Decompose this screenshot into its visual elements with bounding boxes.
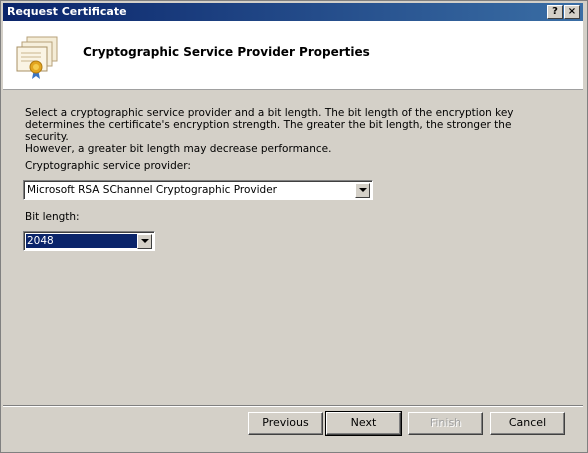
finish-button: Finish xyxy=(408,412,483,435)
request-certificate-window: Request Certificate ? × Cryptographic Se… xyxy=(0,0,588,453)
bit-length-dropdown[interactable]: 2048 xyxy=(23,231,155,251)
cancel-button[interactable]: Cancel xyxy=(490,412,565,435)
window-title: Request Certificate xyxy=(7,5,127,18)
bit-length-label: Bit length: xyxy=(25,211,80,223)
intro-line: determines the certificate's encryption … xyxy=(25,119,512,143)
certificate-icon xyxy=(16,36,58,79)
csp-dropdown[interactable]: Microsoft RSA SChannel Cryptographic Pro… xyxy=(23,180,373,200)
close-button[interactable]: × xyxy=(564,5,580,19)
help-button[interactable]: ? xyxy=(547,5,563,19)
chevron-down-icon[interactable] xyxy=(137,234,152,249)
title-bar: Request Certificate ? × xyxy=(3,3,583,21)
page-title: Cryptographic Service Provider Propertie… xyxy=(83,45,370,59)
next-button[interactable]: Next xyxy=(325,411,402,436)
csp-selected-value: Microsoft RSA SChannel Cryptographic Pro… xyxy=(27,184,277,196)
csp-label: Cryptographic service provider: xyxy=(25,160,191,172)
footer-divider xyxy=(3,405,583,407)
intro-text: Select a cryptographic service provider … xyxy=(25,107,555,155)
bit-length-selected-value: 2048 xyxy=(26,234,138,248)
intro-line: Select a cryptographic service provider … xyxy=(25,107,514,119)
previous-button[interactable]: Previous xyxy=(248,412,323,435)
chevron-down-icon[interactable] xyxy=(355,183,370,198)
intro-line: However, a greater bit length may decrea… xyxy=(25,143,332,155)
wizard-header: Cryptographic Service Provider Propertie… xyxy=(3,21,583,90)
